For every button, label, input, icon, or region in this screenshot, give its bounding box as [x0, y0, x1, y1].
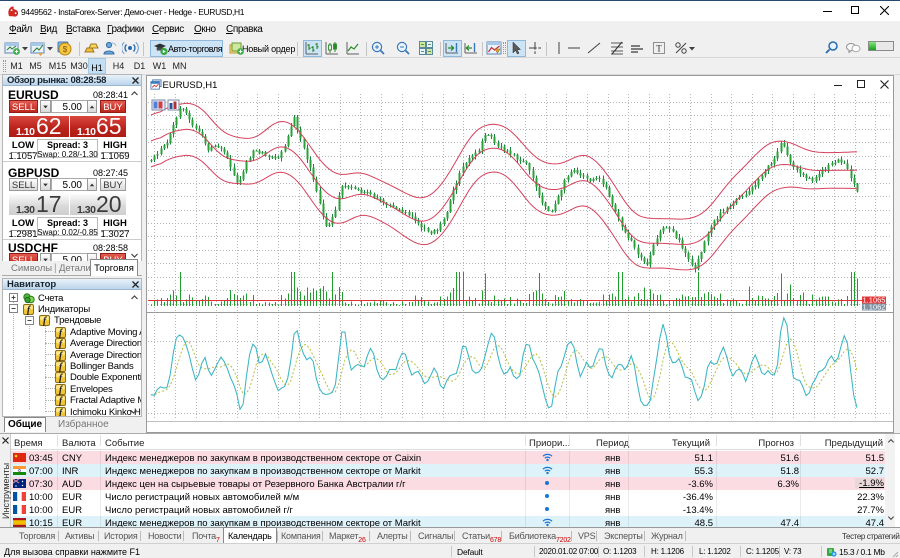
svg-text:T: T	[656, 44, 662, 54]
svg-text:$: $	[63, 45, 68, 54]
svg-text:1.1062: 1.1062	[863, 303, 886, 312]
